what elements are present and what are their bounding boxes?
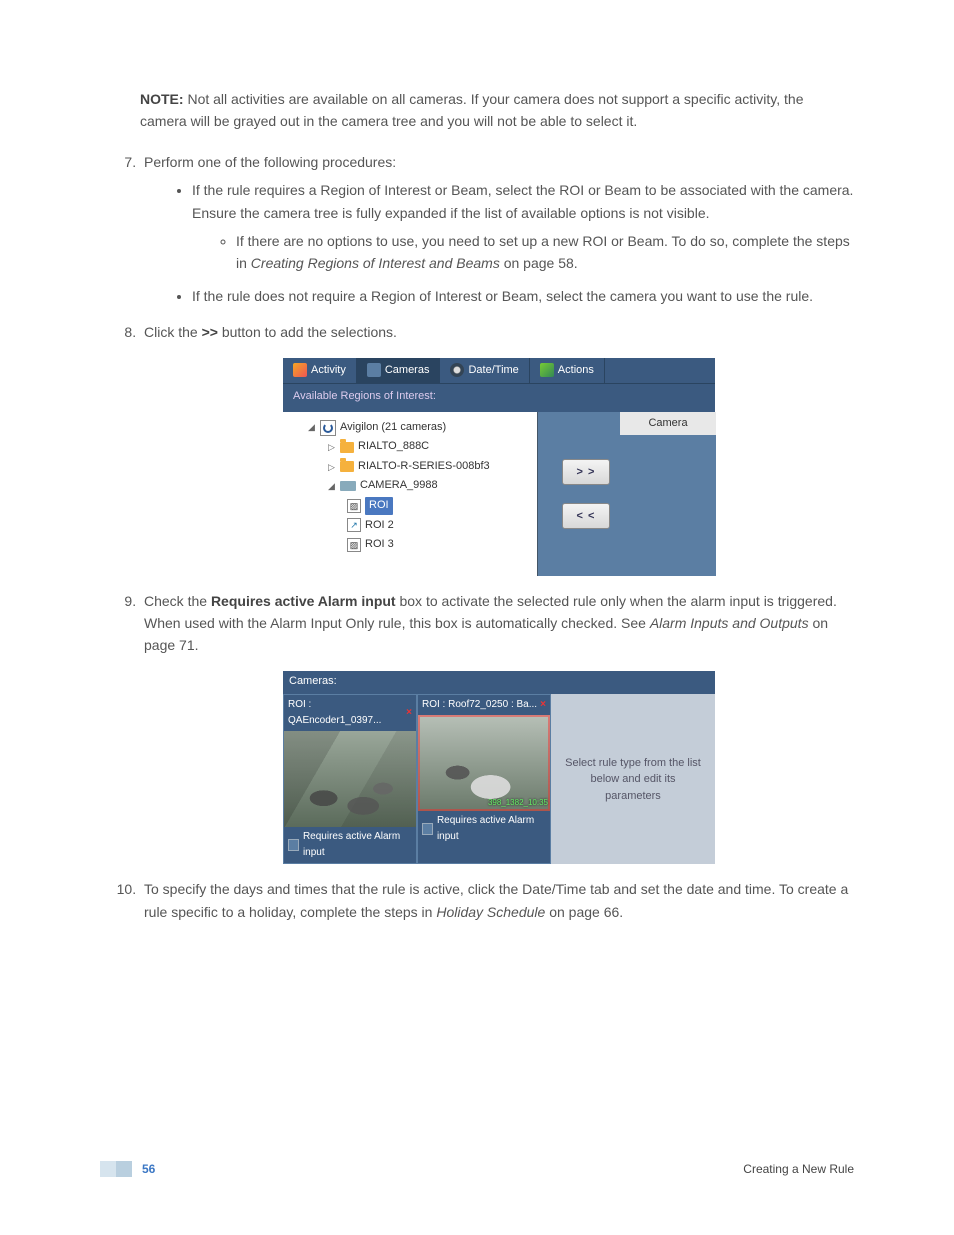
close-icon[interactable]: × bbox=[406, 705, 412, 721]
step-10: To specify the days and times that the r… bbox=[140, 878, 854, 923]
timestamp: 398_1382_10:35 bbox=[488, 797, 548, 810]
camera-thumbnail[interactable]: ROI : QAEncoder1_0397...× Requires activ… bbox=[283, 694, 417, 864]
cameras-header: Cameras: bbox=[283, 671, 715, 695]
s9b: Requires active Alarm input bbox=[211, 593, 396, 609]
close-icon[interactable]: × bbox=[540, 697, 546, 713]
step-7-text: Perform one of the following procedures: bbox=[144, 154, 396, 170]
expand-icon[interactable]: ▷ bbox=[327, 462, 336, 471]
s9a: Check the bbox=[144, 593, 211, 609]
roi-icon: ▨ bbox=[347, 499, 361, 513]
note-text: Not all activities are available on all … bbox=[140, 91, 803, 129]
thumb1-image bbox=[284, 731, 416, 827]
step-7-b1-sub: If there are no options to use, you need… bbox=[236, 230, 854, 275]
screenshot-cameras-panel: Cameras: ROI : QAEncoder1_0397...× Requi… bbox=[283, 671, 715, 865]
clock-icon bbox=[450, 363, 464, 377]
tree-r1: ROI bbox=[365, 497, 393, 515]
thumb1-title: ROI : QAEncoder1_0397... bbox=[288, 697, 406, 729]
tab-activity-label: Activity bbox=[311, 362, 346, 380]
tree-n3: CAMERA_9988 bbox=[360, 477, 438, 495]
tree-r2: ROI 2 bbox=[365, 517, 394, 535]
tab-actions-label: Actions bbox=[558, 362, 594, 380]
camera-icon bbox=[340, 481, 356, 491]
step-7-b2-text: If the rule does not require a Region of… bbox=[192, 288, 813, 304]
folder-icon bbox=[340, 442, 354, 453]
tab-bar: Activity Cameras Date/Time Actions bbox=[283, 358, 715, 385]
folder-icon bbox=[340, 461, 354, 472]
remove-button[interactable]: < < bbox=[562, 503, 610, 529]
activity-icon bbox=[293, 363, 307, 377]
tab-activity[interactable]: Activity bbox=[283, 358, 357, 384]
roi-tree[interactable]: ◢ Avigilon (21 cameras) ▷ RIALTO_888C ▷ RIA… bbox=[283, 412, 715, 576]
alarm-checkbox[interactable] bbox=[288, 839, 299, 851]
roi-icon: ↗ bbox=[347, 518, 361, 532]
roi-icon: ▨ bbox=[347, 538, 361, 552]
note-label: NOTE: bbox=[140, 91, 184, 107]
flag-icon bbox=[540, 363, 554, 377]
note-paragraph: NOTE: Not all activities are available o… bbox=[140, 88, 854, 133]
s7b1c1b: on page 58. bbox=[500, 255, 578, 271]
alarm-checkbox[interactable] bbox=[422, 823, 433, 835]
avigilon-icon bbox=[320, 420, 336, 436]
camera-thumbnail[interactable]: ROI : Roof72_0250 : Ba...× 398_1382_10:3… bbox=[417, 694, 551, 864]
page-number: 56 bbox=[142, 1162, 155, 1176]
step-7-bullet-2: If the rule does not require a Region of… bbox=[192, 285, 854, 307]
tree-n2: RIALTO-R-SERIES-008bf3 bbox=[358, 458, 490, 476]
step-9: Check the Requires active Alarm input bo… bbox=[140, 590, 854, 865]
tab-datetime[interactable]: Date/Time bbox=[440, 358, 529, 384]
link-holiday-schedule[interactable]: Holiday Schedule bbox=[436, 904, 545, 920]
tab-cameras-label: Cameras bbox=[385, 362, 430, 380]
expand-icon[interactable]: ▷ bbox=[327, 443, 336, 452]
tree-root-label: Avigilon (21 cameras) bbox=[340, 419, 446, 437]
footer-section: Creating a New Rule bbox=[743, 1162, 854, 1176]
thumb2-image: 398_1382_10:35 bbox=[418, 715, 550, 811]
camera-column-header: Camera bbox=[620, 412, 716, 436]
roi-overlay bbox=[418, 715, 550, 811]
step-7-bullet-1: If the rule requires a Region of Interes… bbox=[192, 179, 854, 275]
link-alarm-io[interactable]: Alarm Inputs and Outputs bbox=[650, 615, 809, 631]
s8a: Click the bbox=[144, 324, 202, 340]
s8b: >> bbox=[202, 324, 218, 340]
s8c: button to add the selections. bbox=[218, 324, 397, 340]
tab-cameras[interactable]: Cameras bbox=[357, 358, 441, 384]
tree-r3: ROI 3 bbox=[365, 536, 394, 554]
tab-datetime-label: Date/Time bbox=[468, 362, 518, 380]
collapse-icon[interactable]: ◢ bbox=[307, 423, 316, 432]
add-button[interactable]: > > bbox=[562, 459, 610, 485]
step-7: Perform one of the following procedures:… bbox=[140, 151, 854, 307]
footer-decoration bbox=[100, 1161, 132, 1177]
thumb2-footer: Requires active Alarm input bbox=[418, 811, 550, 847]
step-7-b1-text: If the rule requires a Region of Interes… bbox=[192, 182, 853, 220]
camera-icon bbox=[367, 363, 381, 377]
req-label2: Requires active Alarm input bbox=[437, 813, 546, 845]
rule-type-hint: Select rule type from the list below and… bbox=[551, 694, 715, 864]
link-creating-roi[interactable]: Creating Regions of Interest and Beams bbox=[251, 255, 500, 271]
req-label: Requires active Alarm input bbox=[303, 829, 412, 861]
available-label: Available Regions of Interest: bbox=[283, 384, 715, 412]
page-footer: 56 Creating a New Rule bbox=[100, 1161, 854, 1177]
tree-n1: RIALTO_888C bbox=[358, 438, 429, 456]
thumb1-footer: Requires active Alarm input bbox=[284, 827, 416, 863]
selection-side: Camera > > < < bbox=[537, 412, 716, 576]
s10b: on page 66. bbox=[545, 904, 623, 920]
tab-actions[interactable]: Actions bbox=[530, 358, 605, 384]
step-8: Click the >> button to add the selection… bbox=[140, 321, 854, 576]
collapse-icon[interactable]: ◢ bbox=[327, 482, 336, 491]
screenshot-roi-selector: Activity Cameras Date/Time Actions Avail… bbox=[283, 358, 715, 576]
thumb2-title: ROI : Roof72_0250 : Ba... bbox=[422, 697, 537, 713]
